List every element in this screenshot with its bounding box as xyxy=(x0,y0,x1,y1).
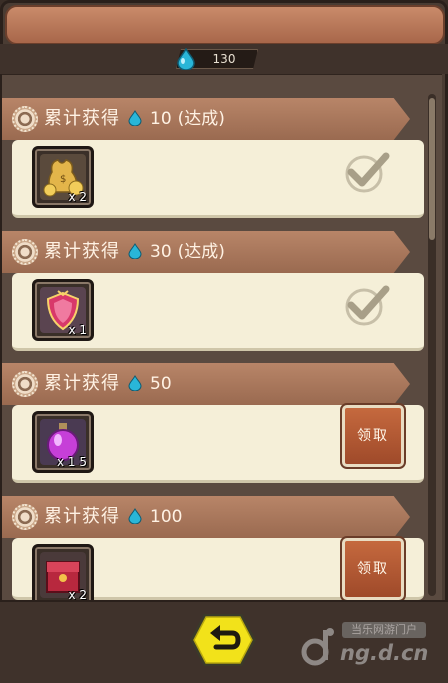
milestone-body: $ x 2 xyxy=(12,140,424,218)
gear-icon xyxy=(12,239,38,265)
milestone-body: x 2 领取 xyxy=(12,536,424,606)
gear-icon xyxy=(12,504,38,530)
milestone-value: 50 xyxy=(150,371,172,397)
item-quantity: x 2 xyxy=(68,190,87,204)
blue-droplet-icon xyxy=(128,110,142,126)
milestone-threshold: 100 xyxy=(150,507,183,527)
watermark: 当乐网游门户 ng.d.cn xyxy=(300,622,436,670)
top-banner xyxy=(5,5,445,45)
svg-text:$: $ xyxy=(60,174,66,185)
milestone-header: 累计获得 100 xyxy=(2,496,410,538)
item-quantity: x 1 5 xyxy=(57,455,87,469)
blue-droplet-icon xyxy=(128,243,142,259)
back-button[interactable] xyxy=(188,612,258,668)
milestone-status: (达成) xyxy=(177,109,225,129)
milestone-label: 累计获得 xyxy=(44,373,120,394)
gear-icon xyxy=(12,371,38,397)
item-quantity: x 1 xyxy=(68,323,87,337)
milestone-value: 100 xyxy=(150,504,182,530)
milestone-header: 累计获得 50 xyxy=(2,363,410,405)
watermark-url: ng.d.cn xyxy=(340,641,429,665)
back-arrow-icon xyxy=(190,614,256,666)
milestone-label: 累计获得 xyxy=(44,506,120,527)
milestone-threshold: 30 xyxy=(150,242,172,262)
reward-item-slot[interactable]: x 1 5 xyxy=(32,411,94,473)
claim-button[interactable]: 领取 xyxy=(340,403,406,469)
milestone-label: 累计获得 xyxy=(44,241,120,262)
reward-item-slot[interactable]: x 2 xyxy=(32,544,94,606)
milestone-body: x 1 5 领取 xyxy=(12,403,424,483)
watermark-logo-icon xyxy=(301,628,334,666)
milestone-value: 30 (达成) xyxy=(150,239,225,265)
milestone-status: (达成) xyxy=(177,242,225,262)
reward-item-slot[interactable]: x 1 xyxy=(32,279,94,341)
gear-icon xyxy=(12,106,38,132)
reward-milestone: 累计获得 30 (达成) x 1 xyxy=(2,231,424,363)
milestone-header: 累计获得 30 (达成) xyxy=(2,231,410,273)
milestone-label: 累计获得 xyxy=(44,108,120,129)
reward-milestone: 累计获得 10 (达成) $ x 2 xyxy=(2,98,424,230)
claim-button[interactable]: 领取 xyxy=(340,536,406,602)
claimed-check-icon xyxy=(345,152,390,193)
milestone-threshold: 10 xyxy=(150,109,172,129)
scrollbar-thumb[interactable] xyxy=(429,98,435,240)
blue-droplet-icon xyxy=(128,375,142,391)
blue-droplet-icon xyxy=(175,47,197,71)
claimed-check-icon xyxy=(345,285,390,326)
blue-droplet-icon xyxy=(128,508,142,524)
watermark-caption: 当乐网游门户 xyxy=(342,622,426,638)
milestone-header: 累计获得 10 (达成) xyxy=(2,98,410,140)
currency-value: 130 xyxy=(212,52,236,66)
reward-item-slot[interactable]: $ x 2 xyxy=(32,146,94,208)
milestone-body: x 1 xyxy=(12,273,424,351)
reward-milestone: 累计获得 50 x 1 5 领取 xyxy=(2,363,424,495)
milestone-value: 10 (达成) xyxy=(150,106,225,132)
milestone-threshold: 50 xyxy=(150,374,172,394)
